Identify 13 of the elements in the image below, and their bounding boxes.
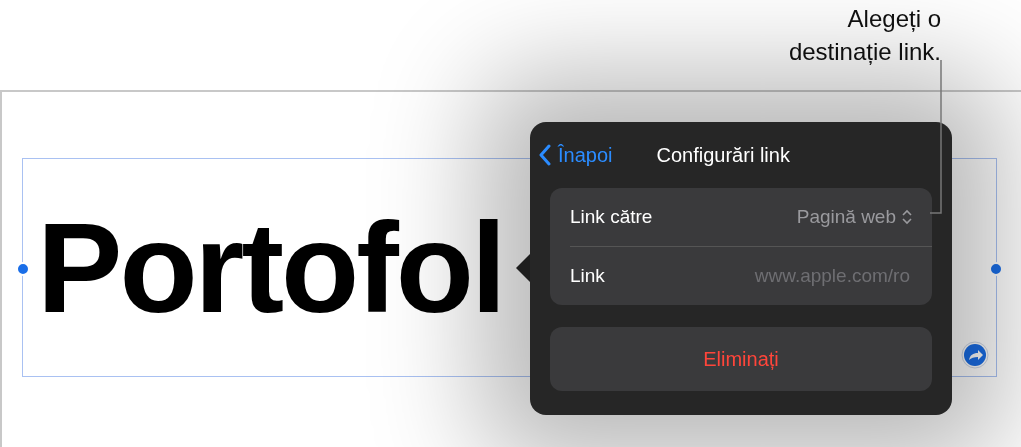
- row-label: Link către: [570, 206, 653, 228]
- share-icon[interactable]: [961, 341, 989, 369]
- resize-handle[interactable]: [16, 262, 30, 276]
- link-type-picker[interactable]: Pagină web: [796, 206, 912, 228]
- delete-button[interactable]: Eliminați: [550, 327, 932, 391]
- row-label: Link: [570, 265, 605, 287]
- popover-title: Configurări link: [656, 143, 790, 167]
- chevron-left-icon: [538, 144, 552, 166]
- back-button[interactable]: Înapoi: [538, 143, 613, 167]
- resize-handle[interactable]: [989, 262, 1003, 276]
- title-text: Portofol: [37, 203, 504, 332]
- callout-text: Alegeți o destinație link.: [787, 4, 941, 67]
- up-down-chevron-icon: [902, 209, 912, 225]
